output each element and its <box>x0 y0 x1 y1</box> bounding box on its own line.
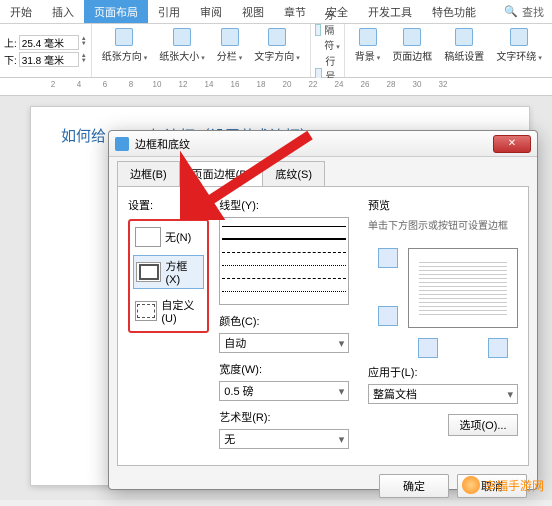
search-command[interactable]: 🔍 查找 <box>496 0 552 23</box>
setting-none[interactable]: 无(N) <box>133 225 204 249</box>
margin-bottom-label: 下: <box>4 52 17 67</box>
edge-left-button[interactable] <box>418 338 438 358</box>
spinner-icon[interactable]: ▲▼ <box>81 37 87 47</box>
art-label: 艺术型(R): <box>219 409 358 425</box>
tab-features[interactable]: 特色功能 <box>422 0 486 23</box>
breaks-button[interactable]: 分隔符 <box>315 7 340 52</box>
width-combo[interactable]: 0.5 磅 <box>219 381 349 401</box>
tab-border[interactable]: 边框(B) <box>117 161 180 186</box>
linestyle-label: 线型(Y): <box>219 197 358 213</box>
text-direction-button[interactable]: 文字方向 <box>248 26 306 75</box>
edge-top-button[interactable] <box>378 248 398 268</box>
tab-devtools[interactable]: 开发工具 <box>358 0 422 23</box>
margins-group: 上: ▲▼ 下: ▲▼ <box>0 24 92 77</box>
preview-column: 预览 单击下方图示或按钮可设置边框 应用于(L): 整篇文档 选项(O)... <box>368 197 518 455</box>
orientation-button[interactable]: 纸张方向 <box>96 26 154 75</box>
text-wrap-button[interactable]: 文字环绕 <box>490 26 548 75</box>
columns-icon <box>221 28 239 46</box>
manuscript-icon <box>455 28 473 46</box>
line-style-list[interactable] <box>219 217 349 305</box>
tab-references[interactable]: 引用 <box>148 0 190 23</box>
ok-button[interactable]: 确定 <box>379 474 449 498</box>
tab-view[interactable]: 视图 <box>232 0 274 23</box>
dialog-title-text: 边框和底纹 <box>135 136 190 152</box>
settings-column: 设置: 无(N) 方框(X) 自定义(U) <box>128 197 209 455</box>
preview-page[interactable] <box>408 248 518 328</box>
settings-highlight-box: 无(N) 方框(X) 自定义(U) <box>128 219 209 333</box>
search-icon: 🔍 <box>504 5 518 18</box>
textwrap-icon <box>510 28 528 46</box>
color-label: 颜色(C): <box>219 313 358 329</box>
edge-bottom-button[interactable] <box>378 306 398 326</box>
page-border-button[interactable]: 页面边框 <box>386 26 438 75</box>
width-label: 宽度(W): <box>219 361 358 377</box>
dialog-titlebar[interactable]: 边框和底纹 ✕ <box>109 131 537 157</box>
tab-page-border[interactable]: 页面边框(P) <box>179 161 264 186</box>
ruler-marks: 2468101214161820222426283032 <box>40 80 552 89</box>
dialog-tabs: 边框(B) 页面边框(P) 底纹(S) <box>109 157 537 186</box>
none-icon <box>135 227 161 247</box>
background-button[interactable]: 背景 <box>349 26 387 75</box>
tab-pagelayout[interactable]: 页面布局 <box>84 0 148 23</box>
margin-top-label: 上: <box>4 35 17 50</box>
margin-top-input[interactable] <box>19 35 79 50</box>
tab-section[interactable]: 章节 <box>274 0 316 23</box>
page-setup-group: 纸张方向 纸张大小 分栏 文字方向 <box>92 24 311 77</box>
ribbon-toolbar: 上: ▲▼ 下: ▲▼ 纸张方向 纸张大小 分栏 文字方向 分隔符 行号 背景 … <box>0 24 552 78</box>
dialog-app-icon <box>115 137 129 151</box>
preview-label: 预览 <box>368 197 518 213</box>
style-column: 线型(Y): 颜色(C): 自动 宽度(W): 0.5 磅 艺术型(R): 无 <box>219 197 358 455</box>
close-button[interactable]: ✕ <box>493 135 531 153</box>
tab-shading[interactable]: 底纹(S) <box>262 161 325 186</box>
watermark: 幸福手游网 <box>462 476 544 494</box>
options-button[interactable]: 选项(O)... <box>448 414 518 436</box>
apply-label: 应用于(L): <box>368 364 518 380</box>
setting-custom[interactable]: 自定义(U) <box>133 295 204 327</box>
box-icon <box>136 262 161 282</box>
tab-review[interactable]: 审阅 <box>190 0 232 23</box>
breaks-icon <box>315 24 321 36</box>
manuscript-button[interactable]: 稿纸设置 <box>438 26 490 75</box>
breaks-group: 分隔符 行号 <box>311 24 345 77</box>
bg-group: 背景 页面边框 稿纸设置 文字环绕 <box>345 24 552 77</box>
color-combo[interactable]: 自动 <box>219 333 349 353</box>
preview-area <box>368 238 518 358</box>
orientation-icon <box>115 28 133 46</box>
horizontal-ruler[interactable]: 2468101214161820222426283032 <box>0 78 552 96</box>
pageborder-icon <box>403 28 421 46</box>
margin-bottom-input[interactable] <box>19 52 79 67</box>
dialog-body: 设置: 无(N) 方框(X) 自定义(U) 线型(Y): <box>117 186 529 466</box>
textdir-icon <box>268 28 286 46</box>
ribbon-tabs: 开始 插入 页面布局 引用 审阅 视图 章节 安全 开发工具 特色功能 🔍 查找 <box>0 0 552 24</box>
paper-size-button[interactable]: 纸张大小 <box>153 26 211 75</box>
settings-label: 设置: <box>128 197 209 213</box>
custom-icon <box>135 301 157 321</box>
watermark-icon <box>462 476 480 494</box>
preview-hint: 单击下方图示或按钮可设置边框 <box>368 217 518 232</box>
tab-insert[interactable]: 插入 <box>42 0 84 23</box>
tab-start[interactable]: 开始 <box>0 0 42 23</box>
size-icon <box>173 28 191 46</box>
apply-combo[interactable]: 整篇文档 <box>368 384 518 404</box>
columns-button[interactable]: 分栏 <box>211 26 249 75</box>
bg-icon <box>359 28 377 46</box>
art-combo[interactable]: 无 <box>219 429 349 449</box>
close-icon: ✕ <box>508 138 516 149</box>
borders-shading-dialog: 边框和底纹 ✕ 边框(B) 页面边框(P) 底纹(S) 设置: 无(N) 方框(… <box>108 130 538 490</box>
setting-box[interactable]: 方框(X) <box>133 255 204 289</box>
watermark-text: 幸福手游网 <box>484 477 544 494</box>
edge-right-button[interactable] <box>488 338 508 358</box>
spinner-icon[interactable]: ▲▼ <box>81 54 87 64</box>
